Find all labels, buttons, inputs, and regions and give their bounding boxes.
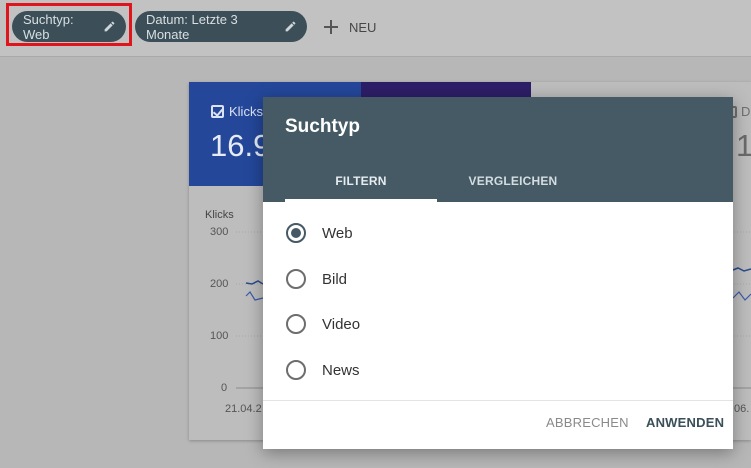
dialog-divider: [263, 400, 733, 401]
search-type-dialog: Suchtyp FILTERN VERGLEICHEN Web Bild Vid…: [263, 97, 733, 449]
radio-checked-icon[interactable]: [286, 223, 306, 243]
option-image-label: Bild: [322, 270, 348, 288]
option-image[interactable]: Bild: [286, 267, 347, 291]
option-video[interactable]: Video: [286, 312, 360, 336]
clicks-series-line-right: [732, 267, 751, 272]
radio-icon[interactable]: [286, 314, 306, 334]
dialog-title: Suchtyp: [285, 116, 360, 137]
option-news[interactable]: News: [286, 358, 360, 382]
option-web[interactable]: Web: [286, 221, 353, 245]
clicks-series-line-right-secondary: [732, 291, 751, 301]
cancel-button[interactable]: ABBRECHEN: [546, 415, 629, 430]
clicks-series-line-secondary: [245, 291, 264, 301]
active-tab-indicator: [285, 199, 437, 202]
radio-icon[interactable]: [286, 360, 306, 380]
option-video-label: Video: [322, 315, 361, 333]
tab-compare[interactable]: VERGLEICHEN: [437, 159, 589, 202]
dialog-header: Suchtyp FILTERN VERGLEICHEN: [263, 97, 733, 202]
tab-filter[interactable]: FILTERN: [285, 159, 437, 202]
apply-button[interactable]: ANWENDEN: [646, 415, 724, 430]
radio-icon[interactable]: [286, 269, 306, 289]
option-news-label: News: [322, 361, 360, 379]
option-web-label: Web: [322, 224, 353, 242]
